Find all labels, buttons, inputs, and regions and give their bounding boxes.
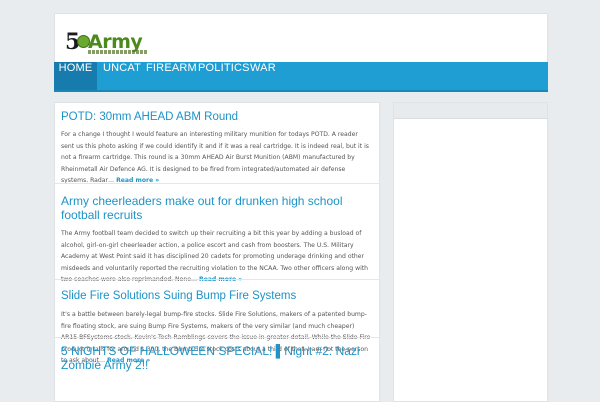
nav-item-home[interactable]: HOME [54, 62, 97, 90]
post-divider [55, 183, 379, 184]
main-navigation: HOME UNCAT FIREARM POLITICS WAR [54, 62, 548, 92]
content-area: POTD: 30mm AHEAD ABM Round For a change … [54, 102, 380, 402]
post-title[interactable]: 5 NIGHTS OF HALLOWEEN SPECIAL! ▌Night #2… [61, 344, 371, 372]
post: POTD: 30mm AHEAD ABM Round For a change … [61, 110, 371, 187]
post-title[interactable]: Army cheerleaders make out for drunken h… [61, 194, 371, 222]
sidebar [393, 102, 548, 402]
logo-tagline-graphic [88, 50, 148, 54]
nav-item-uncat[interactable]: UNCAT [103, 62, 141, 90]
post-excerpt: For a change I thought I would feature a… [61, 131, 369, 184]
post-title[interactable]: POTD: 30mm AHEAD ABM Round [61, 110, 371, 124]
post-excerpt: The Army football team decided to switch… [61, 228, 371, 286]
post-divider [55, 279, 379, 280]
nav-item-politics[interactable]: POLITICS [198, 62, 250, 90]
site-header: 5 Army [54, 13, 548, 62]
post-title[interactable]: Slide Fire Solutions Suing Bump Fire Sys… [61, 289, 371, 303]
nav-item-war[interactable]: WAR [250, 62, 276, 90]
post-divider [55, 337, 379, 338]
post: 5 NIGHTS OF HALLOWEEN SPECIAL! ▌Night #2… [61, 344, 371, 372]
nav-item-firearm[interactable]: FIREARM [146, 62, 197, 90]
sidebar-widget-header [394, 103, 547, 119]
post: Army cheerleaders make out for drunken h… [61, 194, 371, 286]
site-logo[interactable]: 5 Army [65, 30, 148, 60]
